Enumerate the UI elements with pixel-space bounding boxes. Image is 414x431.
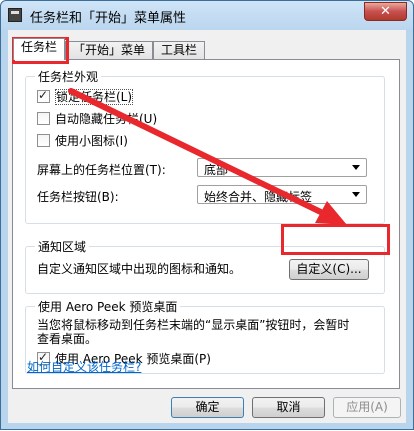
annotation-arrow-icon <box>68 88 347 225</box>
tab-taskbar[interactable]: 任务栏 <box>13 38 65 60</box>
dialog-window: 任务栏和「开始」菜单属性 ✕ 任务栏 「开始」菜单 工具栏 任务栏外观 锁定任务… <box>0 0 414 430</box>
